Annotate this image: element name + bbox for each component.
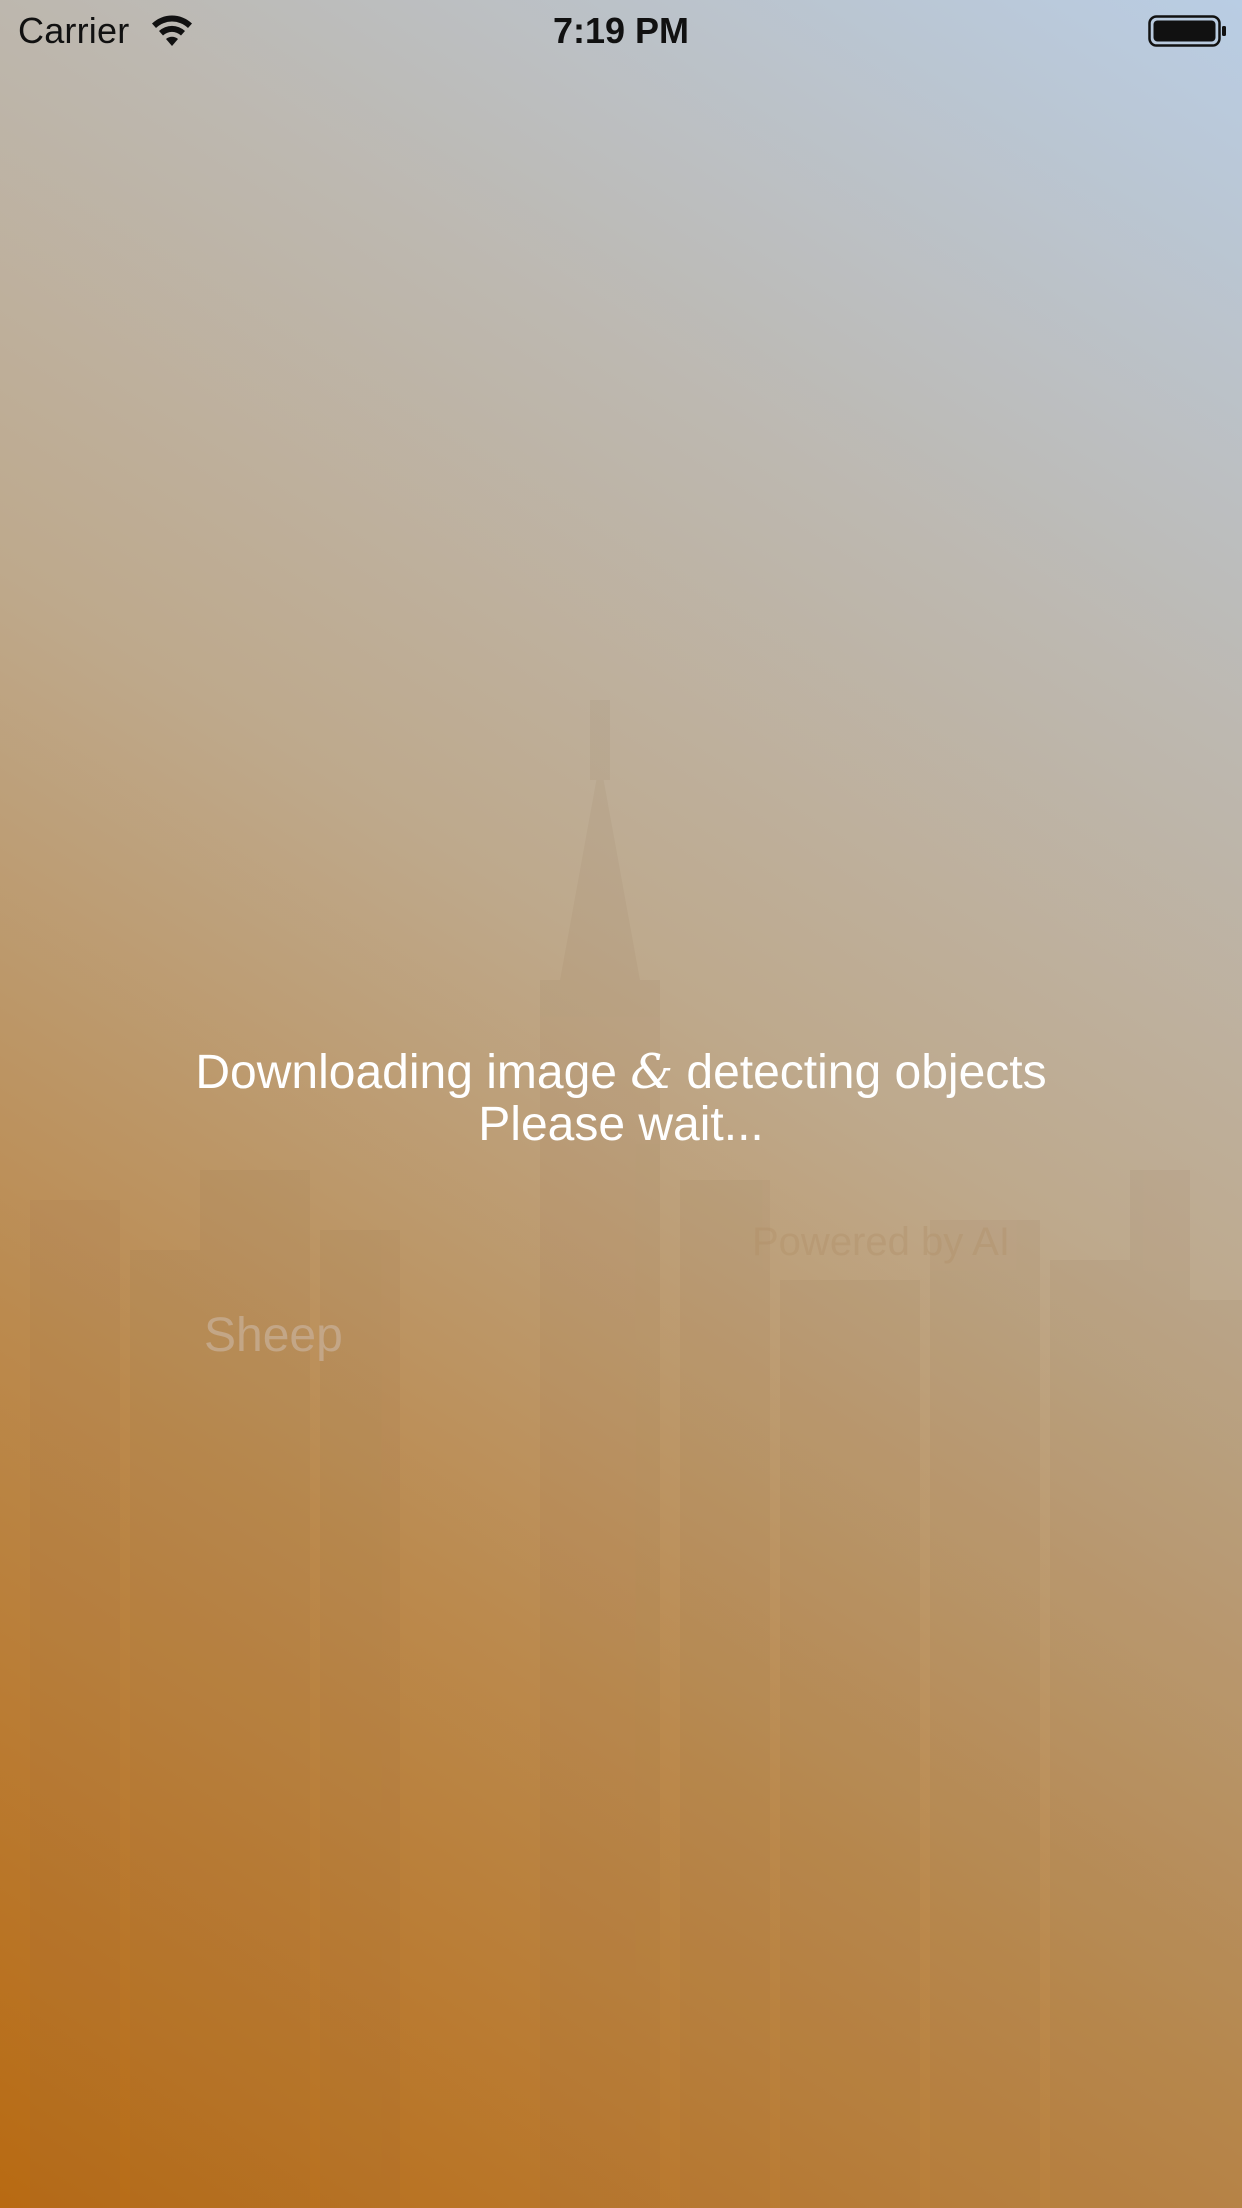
- app-screen: Carrier 7:19 PM Powered by AI Sheep Down…: [0, 0, 1242, 2208]
- battery-icon: [1148, 15, 1226, 47]
- powered-by-caption: Powered by AI: [752, 1220, 1010, 1264]
- detected-object-label: Sheep: [204, 1309, 343, 1362]
- loading-message-line2: Please wait...: [478, 1098, 764, 1151]
- status-bar: Carrier 7:19 PM: [0, 0, 1242, 62]
- status-time: 7:19 PM: [552, 10, 690, 51]
- loading-message-line1: Downloading image & detecting objects: [195, 1044, 1047, 1100]
- loading-message: Downloading image & detecting objects Pl…: [0, 1046, 1242, 1151]
